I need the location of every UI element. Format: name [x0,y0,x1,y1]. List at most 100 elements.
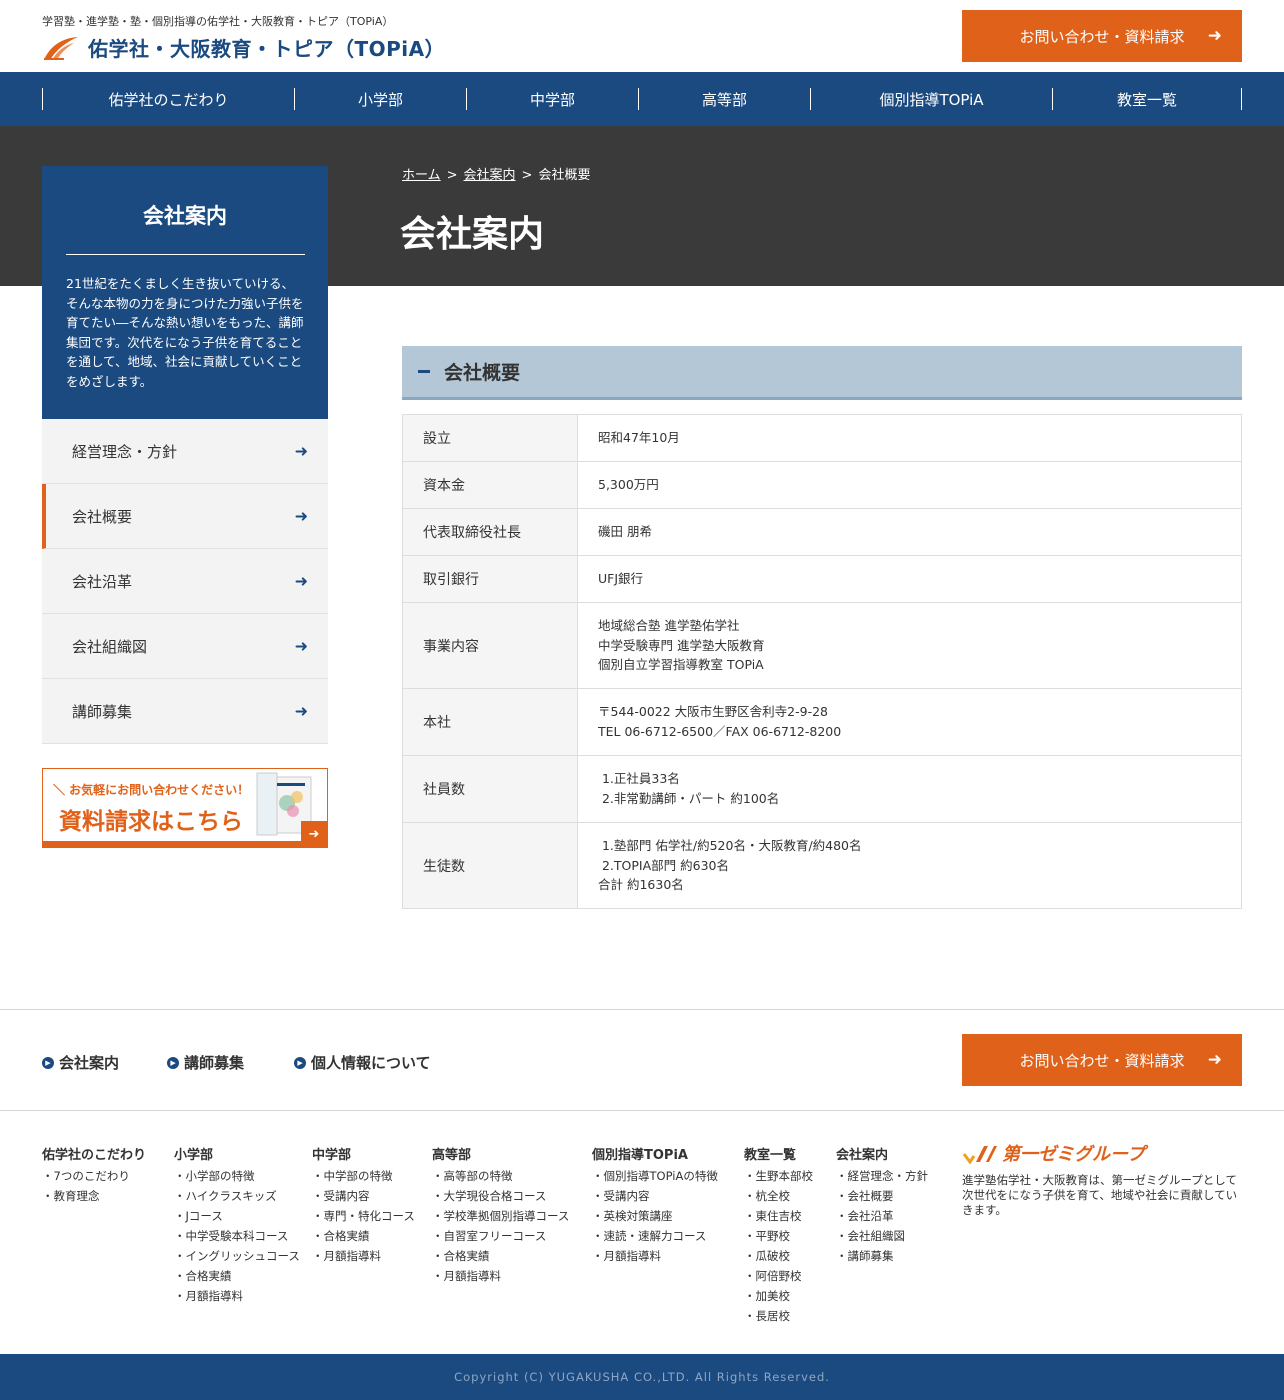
sitemap-heading[interactable]: 会社案内 [836,1144,928,1163]
sitemap-link[interactable]: ・教育理念 [42,1186,146,1206]
global-nav-list: 佑学社のこだわり 小学部 中学部 高等部 個別指導TOPiA 教室一覧 [42,88,1242,110]
brochure-request-banner[interactable]: ＼ お気軽にお問い合わせください！ 資料請求はこちら ➜ [42,768,328,848]
group-logo-mark-icon [962,1146,997,1164]
sitemap-heading[interactable]: 佑学社のこだわり [42,1144,146,1163]
section-heading: 会社概要 [402,346,1242,400]
site-header: 学習塾・進学塾・塾・個別指導の佑学社・大阪教育・トピア（TOPiA） 佑学社・大… [0,0,1284,72]
sitemap-link[interactable]: ・会社沿革 [836,1206,928,1226]
table-row: 本社 〒544-0022 大阪市生野区舎利寺2-9-28 TEL 06-6712-6… [402,688,1242,756]
row-value-line: TEL 06-6712-6500／FAX 06-6712-8200 [598,724,842,739]
sitemap-link[interactable]: ・大学現役合格コース [432,1186,569,1206]
arrow-right-icon: ➜ [1207,1050,1222,1070]
footer-divider [0,1110,1284,1111]
breadcrumb-company[interactable]: 会社案内 [464,168,516,183]
nav-item-high-school[interactable]: 高等部 [639,88,811,110]
sitemap-link[interactable]: ・月額指導料 [312,1246,415,1266]
sitemap-link[interactable]: ・東住吉校 [744,1206,813,1226]
sitemap-link[interactable]: ・平野校 [744,1226,813,1246]
group-logo: 第一ゼミグループ [962,1140,1145,1166]
sitemap-heading[interactable]: 教室一覧 [744,1144,813,1163]
global-nav: 佑学社のこだわり 小学部 中学部 高等部 個別指導TOPiA 教室一覧 [0,72,1284,126]
sitemap-link[interactable]: ・瓜破校 [744,1246,813,1266]
sitemap-link[interactable]: ・阿倍野校 [744,1266,813,1286]
sitemap-link[interactable]: ・会社組織図 [836,1226,928,1246]
row-label: 生徒数 [402,822,578,909]
arrow-right-icon: ➜ [301,821,327,847]
sidebar-item-org-chart[interactable]: 会社組織図 ➜ [42,614,328,679]
sitemap-link[interactable]: ・合格実績 [312,1226,415,1246]
breadcrumb: ホーム > 会社案内 > 会社概要 [402,164,590,183]
site-logo[interactable]: 佑学社・大阪教育・トピア（TOPiA） [42,33,445,62]
breadcrumb-current: 会社概要 [538,168,591,183]
breadcrumb-separator: > [521,168,533,183]
nav-item-junior-high[interactable]: 中学部 [467,88,639,110]
sitemap-link[interactable]: ・杭全校 [744,1186,813,1206]
sitemap-link[interactable]: ・長居校 [744,1306,813,1326]
footer-divider [0,1009,1284,1010]
sitemap-link[interactable]: ・専門・特化コース [312,1206,415,1226]
sitemap-link[interactable]: ・イングリッシュコース [174,1246,300,1266]
nav-item-topia[interactable]: 個別指導TOPiA [811,88,1053,110]
breadcrumb-home[interactable]: ホーム [402,168,441,183]
row-value: 〒544-0022 大阪市生野区舎利寺2-9-28 TEL 06-6712-650… [577,688,1242,756]
copyright: Copyright (C) YUGAKUSHA CO.,LTD. All Rig… [0,1354,1284,1400]
sitemap-heading[interactable]: 個別指導TOPiA [592,1144,718,1163]
sidebar-item-label: 会社沿革 [72,572,133,591]
sitemap-link[interactable]: ・生野本部校 [744,1166,813,1186]
sidebar-header: 会社案内 21世紀をたくましく生き抜いていける、そんな本物の力を身につけた力強い… [42,166,328,419]
sitemap-link[interactable]: ・講師募集 [836,1246,928,1266]
sitemap-link[interactable]: ・合格実績 [174,1266,300,1286]
sitemap-link[interactable]: ・個別指導TOPiAの特徴 [592,1166,718,1186]
footer-link-privacy[interactable]: ▶ 個人情報について [294,1052,431,1073]
footer-link-company[interactable]: ▶ 会社案内 [42,1052,119,1073]
sitemap-link[interactable]: ・7つのこだわり [42,1166,146,1186]
sitemap-link[interactable]: ・英検対策講座 [592,1206,718,1226]
footer-link-recruit[interactable]: ▶ 講師募集 [167,1052,244,1073]
sitemap-link[interactable]: ・自習室フリーコース [432,1226,569,1246]
sitemap-link[interactable]: ・受講内容 [312,1186,415,1206]
sidebar-item-philosophy[interactable]: 経営理念・方針 ➜ [42,419,328,484]
sitemap-link[interactable]: ・Jコース [174,1206,300,1226]
arrow-right-icon: ➜ [294,441,308,461]
sitemap-link[interactable]: ・学校準拠個別指導コース [432,1206,569,1226]
nav-item-classrooms[interactable]: 教室一覧 [1053,88,1242,110]
play-circle-icon: ▶ [294,1056,307,1069]
sitemap-link[interactable]: ・月額指導料 [432,1266,569,1286]
sitemap-link[interactable]: ・経営理念・方針 [836,1166,928,1186]
company-info-table: 設立 昭和47年10月 資本金 5,300万円 代表取締役社長 磯田 朋希 取引銀行 UFJ銀… [402,414,1242,909]
contact-request-button[interactable]: お問い合わせ・資料請求 ➜ [962,10,1242,62]
sidebar-item-recruit[interactable]: 講師募集 ➜ [42,679,328,744]
row-value: 昭和47年10月 [577,414,1242,462]
row-value-line: 地域総合塾 進学塾佑学社 [598,617,740,633]
sitemap-link[interactable]: ・受講内容 [592,1186,718,1206]
sitemap-link[interactable]: ・中学受験本科コース [174,1226,300,1246]
sidebar-title: 会社案内 [143,204,227,228]
sitemap-link[interactable]: ・ハイクラスキッズ [174,1186,300,1206]
table-row: 取引銀行 UFJ銀行 [402,555,1242,603]
sitemap-column: 中学部・中学部の特徴 ・受講内容 ・専門・特化コース ・合格実績 ・月額指導料 [312,1144,415,1266]
row-value-line: 昭和47年10月 [598,430,680,446]
nav-item-elementary[interactable]: 小学部 [295,88,467,110]
row-label: 設立 [402,414,578,462]
play-circle-icon: ▶ [42,1056,54,1069]
arrow-right-icon: ➜ [294,636,308,656]
footer-contact-request-button[interactable]: お問い合わせ・資料請求 ➜ [962,1034,1242,1086]
banner-bottom-bar [43,841,327,847]
sitemap-link[interactable]: ・会社概要 [836,1186,928,1206]
table-row: 事業内容 地域総合塾 進学塾佑学社 中学受験専門 進学塾大阪教育 個別自立学習指導教室… [402,602,1242,689]
sitemap-column: 個別指導TOPiA ・個別指導TOPiAの特徴 ・受講内容 ・英検対策講座 ・速読・速解… [592,1144,718,1266]
sitemap-link[interactable]: ・小学部の特徴 [174,1166,300,1186]
sitemap-link[interactable]: ・速読・速解力コース [592,1226,718,1246]
sitemap-link[interactable]: ・高等部の特徴 [432,1166,569,1186]
sitemap-heading[interactable]: 小学部 [174,1144,300,1163]
sitemap-link[interactable]: ・合格実績 [432,1246,569,1266]
sitemap-link[interactable]: ・中学部の特徴 [312,1166,415,1186]
nav-item-kodawari[interactable]: 佑学社のこだわり [43,88,295,110]
sidebar-item-history[interactable]: 会社沿革 ➜ [42,549,328,614]
sitemap-heading[interactable]: 中学部 [312,1144,415,1163]
sitemap-link[interactable]: ・月額指導料 [174,1286,300,1306]
sitemap-heading[interactable]: 高等部 [432,1144,569,1163]
sidebar-item-overview[interactable]: 会社概要 ➜ [42,484,328,549]
sitemap-link[interactable]: ・月額指導料 [592,1246,718,1266]
sitemap-link[interactable]: ・加美校 [744,1286,813,1306]
